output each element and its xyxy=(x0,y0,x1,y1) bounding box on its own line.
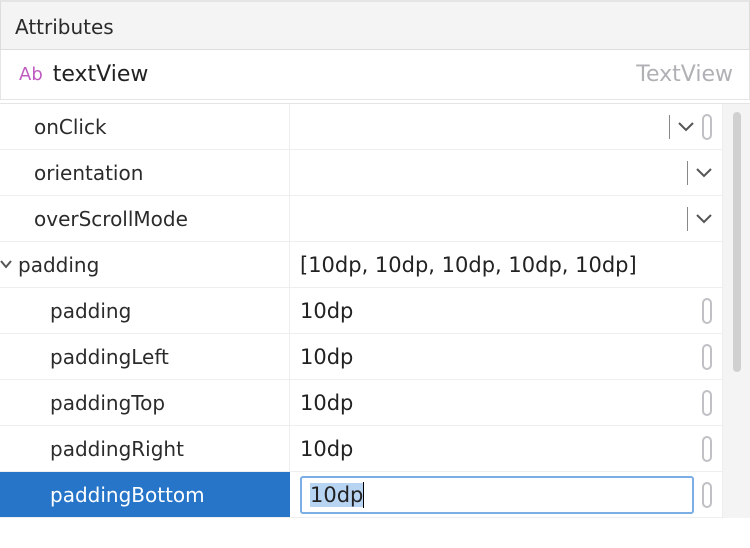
row-value[interactable]: 10dp xyxy=(290,426,722,471)
row-value[interactable] xyxy=(290,150,722,195)
reference-picker-icon[interactable] xyxy=(702,436,712,462)
reference-picker-icon[interactable] xyxy=(702,482,712,508)
reference-picker-icon[interactable] xyxy=(702,114,712,140)
row-label: padding xyxy=(0,288,290,333)
row-value[interactable]: 10dp xyxy=(290,334,722,379)
chevron-down-icon[interactable] xyxy=(696,168,712,178)
attributes-table: onClick orientation xyxy=(0,104,722,518)
row-value[interactable] xyxy=(290,196,722,241)
row-label: paddingRight xyxy=(0,426,290,471)
row-paddingLeft[interactable]: paddingLeft 10dp xyxy=(0,334,722,380)
row-padding[interactable]: padding 10dp xyxy=(0,288,722,334)
reference-picker-icon[interactable] xyxy=(702,344,712,370)
reference-picker-icon[interactable] xyxy=(702,298,712,324)
row-paddingBottom[interactable]: paddingBottom 10dp xyxy=(0,472,722,518)
panel-title: Attributes xyxy=(0,0,750,50)
scrollbar-thumb[interactable] xyxy=(733,112,741,372)
row-label: paddingTop xyxy=(0,380,290,425)
row-onClick[interactable]: onClick xyxy=(0,104,722,150)
expand-collapse-icon[interactable] xyxy=(0,256,16,274)
row-orientation[interactable]: orientation xyxy=(0,150,722,196)
row-value[interactable]: 10dp xyxy=(290,288,722,333)
separator xyxy=(687,207,688,231)
row-padding-group[interactable]: padding [10dp, 10dp, 10dp, 10dp, 10dp] xyxy=(0,242,722,288)
row-value[interactable]: 10dp xyxy=(290,472,722,517)
text-component-icon: Ab xyxy=(19,64,43,85)
row-label: paddingBottom xyxy=(0,472,290,517)
row-value: [10dp, 10dp, 10dp, 10dp, 10dp] xyxy=(290,242,722,287)
row-label: overScrollMode xyxy=(0,196,290,241)
row-overScrollMode[interactable]: overScrollMode xyxy=(0,196,722,242)
value-input[interactable]: 10dp xyxy=(300,476,694,514)
row-label: orientation xyxy=(0,150,290,195)
component-type: TextView xyxy=(636,62,733,87)
row-label[interactable]: padding xyxy=(0,242,290,287)
row-paddingRight[interactable]: paddingRight 10dp xyxy=(0,426,722,472)
row-paddingTop[interactable]: paddingTop 10dp xyxy=(0,380,722,426)
separator xyxy=(687,161,688,185)
separator xyxy=(669,115,670,139)
chevron-down-icon[interactable] xyxy=(696,214,712,224)
chevron-down-icon[interactable] xyxy=(678,122,694,132)
row-value[interactable] xyxy=(290,104,722,149)
row-label: onClick xyxy=(0,104,290,149)
row-value[interactable]: 10dp xyxy=(290,380,722,425)
reference-picker-icon[interactable] xyxy=(702,390,712,416)
component-id-bar[interactable]: Ab textView TextView xyxy=(0,50,750,100)
row-label: paddingLeft xyxy=(0,334,290,379)
component-id: textView xyxy=(53,62,149,87)
vertical-scrollbar[interactable] xyxy=(722,104,750,518)
